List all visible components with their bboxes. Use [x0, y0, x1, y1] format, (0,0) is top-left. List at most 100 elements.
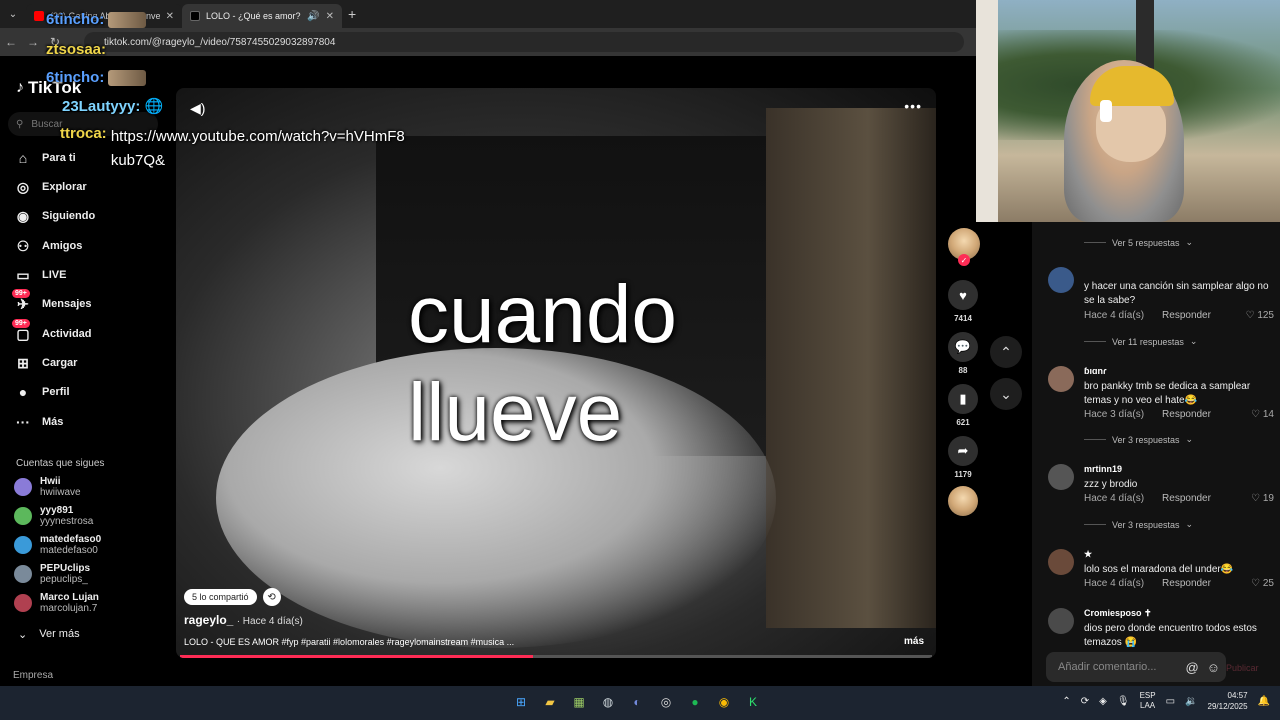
- nav-label: LIVE: [42, 269, 67, 281]
- nav-cargar[interactable]: ⊞ Cargar: [14, 352, 77, 374]
- comment-like-button[interactable]: ♡ 19: [1251, 493, 1274, 504]
- obs-icon[interactable]: ◎: [657, 693, 675, 711]
- volume-icon[interactable]: 🔉: [1185, 696, 1197, 707]
- reply-button[interactable]: Responder: [1162, 493, 1211, 504]
- view-replies[interactable]: Ver 11 respuestas ⌄: [1084, 336, 1197, 347]
- volume-icon[interactable]: ◀): [190, 100, 205, 117]
- comment-like-button[interactable]: ♡ 125: [1246, 310, 1274, 321]
- heart-icon: ♥: [948, 280, 978, 310]
- more-options-icon[interactable]: •••: [904, 98, 922, 114]
- kick-icon[interactable]: K: [744, 693, 762, 711]
- video-author[interactable]: rageylo_ · Hace 4 día(s): [184, 613, 303, 627]
- comment-user[interactable]: ★: [1084, 549, 1092, 560]
- creator-avatar[interactable]: ✓: [948, 228, 980, 266]
- reply-button[interactable]: Responder: [1162, 578, 1211, 589]
- nav-mas[interactable]: ··· Más: [14, 411, 63, 433]
- see-more-button[interactable]: ⌄ Ver más: [18, 628, 80, 641]
- compass-icon: ◎: [16, 178, 30, 195]
- video-progress-bar[interactable]: [180, 655, 932, 658]
- account-name: yyy891: [40, 505, 74, 516]
- shared-by[interactable]: 5 lo compartió ⟲: [184, 588, 281, 606]
- following-account[interactable]: yyy891 yyynestrosa: [14, 505, 93, 527]
- video-player[interactable]: cuando llueve ◀) ••• 5 lo compartió ⟲ ra…: [176, 88, 936, 658]
- windows-start-icon[interactable]: ⊞: [512, 693, 530, 711]
- clock[interactable]: 04:57 29/12/2025: [1208, 690, 1248, 712]
- minecraft-icon[interactable]: ▦: [570, 693, 588, 711]
- avatar[interactable]: [1048, 366, 1074, 392]
- nav-actividad[interactable]: ▢ 99+ Actividad: [12, 318, 92, 345]
- discord-icon[interactable]: ◐: [628, 693, 646, 711]
- publish-button[interactable]: Publicar: [1226, 663, 1259, 673]
- avatar: [14, 565, 32, 583]
- next-video-button[interactable]: ⌄: [990, 378, 1022, 410]
- comment-user[interactable]: mrtinn19: [1084, 464, 1122, 474]
- like-button[interactable]: ♥ 7414: [948, 280, 978, 323]
- comment-user[interactable]: ɓıɑnɾ: [1084, 366, 1107, 376]
- save-button[interactable]: ▮ 621: [948, 384, 978, 427]
- view-replies[interactable]: Ver 3 respuestas ⌄: [1084, 519, 1193, 530]
- video-caption: cuando llueve: [408, 266, 677, 462]
- comment-like-button[interactable]: ♡ 14: [1251, 409, 1274, 420]
- avatar[interactable]: [1048, 267, 1074, 293]
- webcam-window-frame: [976, 0, 998, 222]
- follow-check-icon[interactable]: ✓: [958, 254, 970, 266]
- chevron-down-icon: ⌄: [1189, 336, 1198, 346]
- tab-tiktok[interactable]: LOLO - ¿Qué es amor? Una 🔊 ✕: [182, 4, 342, 28]
- reply-button[interactable]: Responder: [1162, 409, 1211, 420]
- following-account[interactable]: PEPUclips pepuclips_: [14, 563, 90, 585]
- spotify-icon[interactable]: ●: [686, 693, 704, 711]
- account-handle: matedefaso0: [40, 545, 98, 556]
- comment-meta: Hace 4 día(s) Responder: [1084, 493, 1211, 504]
- nav-amigos[interactable]: ⚇ Amigos: [14, 235, 83, 257]
- divider: [1084, 439, 1106, 440]
- notifications-icon[interactable]: 🔔: [1258, 696, 1270, 707]
- tray-chevron-icon[interactable]: ⌃: [1062, 696, 1070, 707]
- following-header: Cuentas que sigues: [16, 458, 105, 469]
- comment-input[interactable]: Añadir comentario... @ ☺: [1046, 652, 1226, 682]
- tab-search-icon[interactable]: ⌄: [0, 0, 26, 28]
- view-replies[interactable]: Ver 3 respuestas ⌄: [1084, 434, 1193, 445]
- following-account[interactable]: Marco Lujan marcolujan.7: [14, 592, 99, 614]
- repost-icon[interactable]: ⟲: [262, 588, 281, 606]
- address-bar[interactable]: tiktok.com/@rageylo_/video/7587455029032…: [84, 32, 964, 52]
- sync-icon[interactable]: ⟳: [1081, 696, 1089, 707]
- steam-icon[interactable]: ◍: [599, 693, 617, 711]
- view-replies[interactable]: Ver 5 respuestas ⌄: [1084, 237, 1193, 248]
- comment-button[interactable]: 💬 88: [948, 332, 978, 375]
- avatar[interactable]: [1048, 608, 1074, 634]
- nav-explorar[interactable]: ◎ Explorar: [14, 176, 87, 198]
- following-account[interactable]: Hwii hwiiwave: [14, 476, 81, 498]
- forward-arrow-icon[interactable]: →: [22, 35, 44, 49]
- share-icon: ➦: [948, 436, 978, 466]
- chrome-icon[interactable]: ◉: [715, 693, 733, 711]
- network-icon[interactable]: ▭: [1166, 696, 1175, 707]
- mention-icon[interactable]: @: [1186, 660, 1199, 675]
- like-count: 7414: [954, 314, 972, 323]
- share-button[interactable]: ➦ 1179: [948, 436, 978, 479]
- close-tab-icon[interactable]: ✕: [166, 11, 174, 22]
- nav-perfil[interactable]: ● Perfil: [14, 381, 70, 403]
- emoji-icon[interactable]: ☺: [1207, 660, 1220, 675]
- shield-icon[interactable]: ◈: [1099, 696, 1107, 707]
- nav-mensajes[interactable]: ✈ 99+ Mensajes: [12, 288, 92, 315]
- avatar[interactable]: [1048, 464, 1074, 490]
- new-tab-button[interactable]: +: [348, 6, 356, 22]
- music-disc-icon[interactable]: [948, 486, 978, 516]
- previous-video-button[interactable]: ⌃: [990, 336, 1022, 368]
- language-indicator[interactable]: ESP LAA: [1140, 691, 1156, 711]
- back-arrow-icon[interactable]: ←: [0, 35, 22, 49]
- comment-user[interactable]: Cromiesposo ✝: [1084, 608, 1152, 619]
- more-link[interactable]: más: [904, 636, 924, 647]
- reply-button[interactable]: Responder: [1162, 310, 1211, 321]
- following-account[interactable]: matedefaso0 matedefaso0: [14, 534, 101, 556]
- avatar[interactable]: [1048, 549, 1074, 575]
- close-tab-icon[interactable]: ✕: [326, 11, 334, 22]
- nav-siguiendo[interactable]: ◉ Siguiendo: [14, 205, 95, 227]
- speaker-icon[interactable]: 🔊: [307, 11, 319, 22]
- file-explorer-icon[interactable]: ▰: [541, 693, 559, 711]
- footer-empresa[interactable]: Empresa: [13, 670, 53, 681]
- microphone-icon[interactable]: 🎙: [1117, 696, 1130, 707]
- comment-like-count: 19: [1262, 493, 1274, 504]
- nav-live[interactable]: ▭ LIVE: [14, 264, 66, 286]
- comment-like-button[interactable]: ♡ 25: [1251, 578, 1274, 589]
